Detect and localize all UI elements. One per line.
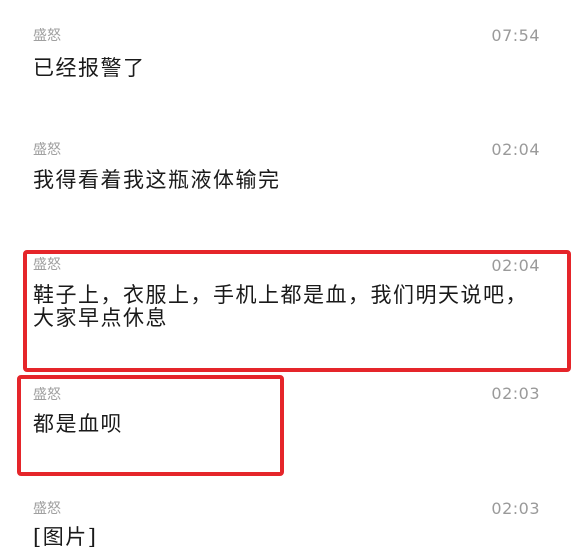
message-time: 02:03 — [491, 384, 540, 403]
message-text: 已经报警了 — [33, 56, 146, 80]
sender-name: 盛怒 — [33, 142, 61, 158]
message-time: 07:54 — [491, 26, 540, 45]
sender-name: 盛怒 — [33, 28, 61, 44]
highlight-box — [23, 250, 571, 372]
message-time: 02:03 — [491, 499, 540, 518]
highlight-box — [17, 375, 284, 476]
message-time: 02:04 — [491, 140, 540, 159]
message-text: [图片] — [33, 525, 98, 549]
sender-name: 盛怒 — [33, 501, 61, 517]
message-text: 我得看着我这瓶液体输完 — [33, 168, 281, 192]
